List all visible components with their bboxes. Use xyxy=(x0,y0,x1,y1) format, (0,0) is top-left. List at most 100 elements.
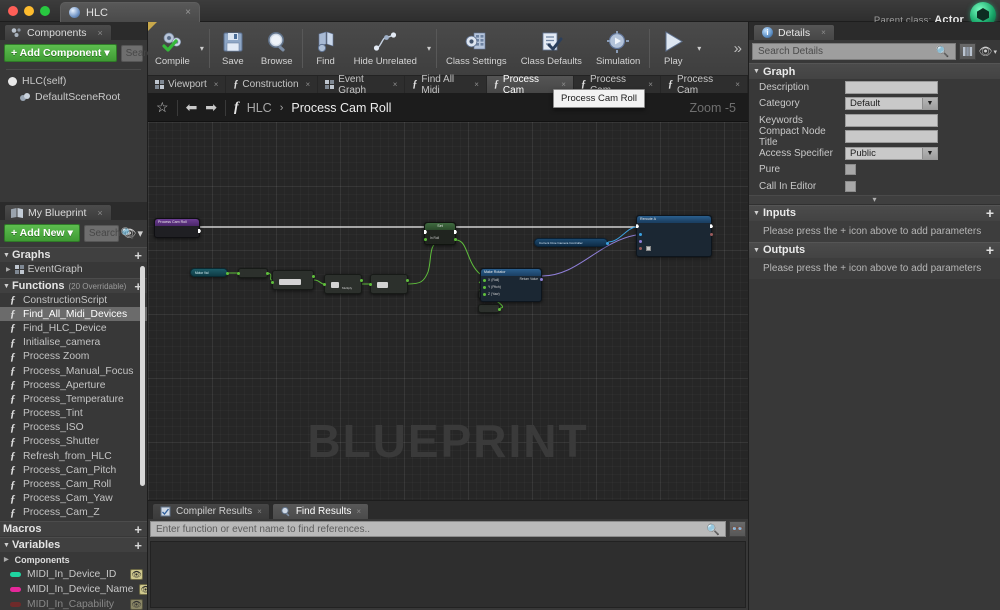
close-icon[interactable]: × xyxy=(257,507,262,516)
tab-details[interactable]: i Details × xyxy=(753,24,835,40)
function-item-process-manual-focus[interactable]: ƒ Process_Manual_Focus xyxy=(0,364,147,378)
section-macros[interactable]: Macros + xyxy=(0,521,147,537)
close-icon[interactable]: × xyxy=(821,28,826,37)
graph-node-value-field[interactable] xyxy=(279,279,301,285)
details-category-graph[interactable]: ▼ Graph xyxy=(749,63,1000,79)
close-window-button[interactable] xyxy=(8,6,18,16)
details-search-input[interactable]: Search Details 🔍 xyxy=(752,43,956,60)
details-visibility-button[interactable]: 👁 ▾ xyxy=(979,45,997,58)
details-category-outputs[interactable]: ▼ Outputs + xyxy=(749,241,1000,258)
graph-node-map-range[interactable] xyxy=(271,270,315,290)
data-in-pin[interactable] xyxy=(323,283,326,286)
tab-construction[interactable]: ƒ Construction × xyxy=(226,76,319,93)
data-in-pin[interactable] xyxy=(483,279,486,282)
variable-group-components[interactable]: ▶ Components xyxy=(0,552,147,567)
toolbar-class-defaults-button[interactable]: Class Defaults xyxy=(514,22,589,75)
function-item-process-tint[interactable]: ƒ Process_Tint xyxy=(0,407,147,421)
access-specifier-select[interactable]: Public ▼ xyxy=(845,146,938,160)
eye-icon[interactable]: 👁 xyxy=(130,569,143,580)
toolbar-find-button[interactable]: Find xyxy=(305,22,347,75)
tab-process-cam-3[interactable]: ƒ Process Cam × xyxy=(661,74,748,96)
section-graphs[interactable]: ▼ Graphs + xyxy=(0,247,147,263)
data-out-pin[interactable] xyxy=(498,308,501,311)
function-item-process-zoom[interactable]: ƒ Process Zoom xyxy=(0,350,147,364)
function-item-process-cam-roll[interactable]: ƒ Process_Cam_Roll xyxy=(0,477,147,491)
graph-node-set-actor-rotation[interactable]: Reroute A xyxy=(636,215,713,258)
graph-node-set[interactable]: Set In Roll xyxy=(424,222,457,245)
toolbar-class-settings-button[interactable]: Class Settings xyxy=(439,22,514,75)
data-in-pin[interactable] xyxy=(483,293,486,296)
find-advanced-button[interactable]: 👓 xyxy=(729,521,746,537)
graph-node-value-field[interactable] xyxy=(331,282,339,288)
close-icon[interactable]: × xyxy=(393,80,398,89)
graph-node-event-process-cam-roll[interactable]: Process Cam Roll xyxy=(154,218,201,238)
function-item-process-cam-yaw[interactable]: ƒ Process_Cam_Yaw xyxy=(0,492,147,506)
breadcrumb-root[interactable]: HLC xyxy=(247,101,272,115)
maximize-window-button[interactable] xyxy=(40,6,50,16)
function-item-process-shutter[interactable]: ƒ Process_Shutter xyxy=(0,435,147,449)
expand-arrow-icon[interactable]: ▶ xyxy=(6,266,11,273)
toolbar-browse-button[interactable]: Browse xyxy=(254,22,300,75)
components-search-input[interactable]: Search 🔍 xyxy=(120,44,171,62)
toolbar-play-button[interactable]: Play xyxy=(652,22,694,75)
variable-row-midi-in-capability[interactable]: MIDI_In_Capability 👁 xyxy=(0,597,147,610)
close-icon[interactable]: × xyxy=(98,28,103,38)
function-item-process-iso[interactable]: ƒ Process_ISO xyxy=(0,421,147,435)
close-icon[interactable]: × xyxy=(97,208,102,218)
function-item-process-cam-z[interactable]: ƒ Process_Cam_Z xyxy=(0,506,147,520)
variable-row-midi-in-device-id[interactable]: MIDI_In_Device_ID 👁 xyxy=(0,567,147,582)
add-input-button[interactable]: + xyxy=(986,205,994,221)
add-macro-button[interactable]: + xyxy=(134,522,142,537)
find-results-list[interactable] xyxy=(150,541,746,608)
data-in-pin[interactable] xyxy=(369,283,372,286)
back-arrow-icon[interactable]: ⬅ xyxy=(186,99,198,116)
forward-arrow-icon[interactable]: ➡ xyxy=(205,99,217,116)
hide-unrelated-options-caret[interactable]: ▾ xyxy=(424,22,434,75)
toolbar-save-button[interactable]: Save xyxy=(212,22,254,75)
data-out-pin[interactable] xyxy=(360,279,363,282)
find-references-input[interactable]: Enter function or event name to find ref… xyxy=(150,521,726,537)
add-output-button[interactable]: + xyxy=(986,242,994,258)
function-item-find-all-midi-devices[interactable]: ƒ Find_All_Midi_Devices xyxy=(0,307,147,322)
close-icon[interactable]: × xyxy=(356,507,361,516)
data-out-pin[interactable] xyxy=(540,278,543,281)
add-new-button[interactable]: + Add New ▾ xyxy=(4,224,80,242)
close-icon[interactable]: × xyxy=(185,7,191,18)
my-blueprint-scrollbar[interactable] xyxy=(140,266,145,486)
close-icon[interactable]: × xyxy=(648,80,653,89)
function-item-initialise-camera[interactable]: ƒ Initialise_camera xyxy=(0,336,147,350)
call-in-editor-checkbox[interactable] xyxy=(845,180,856,192)
component-row-self[interactable]: HLC(self) xyxy=(0,73,147,89)
graph-node-make-rotator[interactable]: Make Rotator X (Roll) Y (Pitch) Z (Yaw) … xyxy=(480,268,543,302)
data-in-pin[interactable] xyxy=(424,238,427,241)
data-in-pin[interactable] xyxy=(639,247,642,251)
graph-node-convert[interactable] xyxy=(237,268,269,278)
add-variable-button[interactable]: + xyxy=(134,538,142,553)
data-out-pin[interactable] xyxy=(454,238,457,241)
graph-node-add[interactable] xyxy=(369,274,409,294)
eye-icon[interactable]: 👁 xyxy=(130,599,143,610)
function-item-process-temperature[interactable]: ƒ Process_Temperature xyxy=(0,392,147,406)
data-out-pin[interactable] xyxy=(312,275,315,278)
compact-node-title-field[interactable] xyxy=(845,130,938,144)
data-in-pin[interactable] xyxy=(237,272,240,275)
close-icon[interactable]: × xyxy=(561,80,566,89)
tab-find-results[interactable]: Find Results × xyxy=(271,503,370,519)
add-component-button[interactable]: + Add Component ▾ xyxy=(4,44,117,62)
function-item-refresh-from-hlc[interactable]: ƒ Refresh_from_HLC xyxy=(0,449,147,463)
graph-section-expander[interactable]: ▾ xyxy=(749,194,1000,205)
function-item-process-cam-pitch[interactable]: ƒ Process_Cam_Pitch xyxy=(0,463,147,477)
toolbar-overflow-button[interactable]: » xyxy=(734,22,748,75)
close-icon[interactable]: × xyxy=(214,80,219,89)
pure-checkbox[interactable] xyxy=(845,164,856,176)
tab-viewport[interactable]: Viewport × xyxy=(148,76,227,93)
data-in-pin[interactable] xyxy=(483,286,486,289)
compile-options-caret[interactable]: ▾ xyxy=(197,22,207,75)
keywords-field[interactable] xyxy=(845,113,938,127)
my-blueprint-search-input[interactable]: Search 🔍 xyxy=(83,224,134,242)
function-item-constructionscript[interactable]: ƒ ConstructionScript xyxy=(0,293,147,307)
variable-row-midi-in-device-name[interactable]: MIDI_In_Device_Name 👁 xyxy=(0,582,147,597)
tab-compiler-results[interactable]: Compiler Results × xyxy=(152,503,270,519)
component-row-scene-root[interactable]: DefaultSceneRoot xyxy=(0,89,147,105)
data-out-pin[interactable] xyxy=(266,272,269,275)
